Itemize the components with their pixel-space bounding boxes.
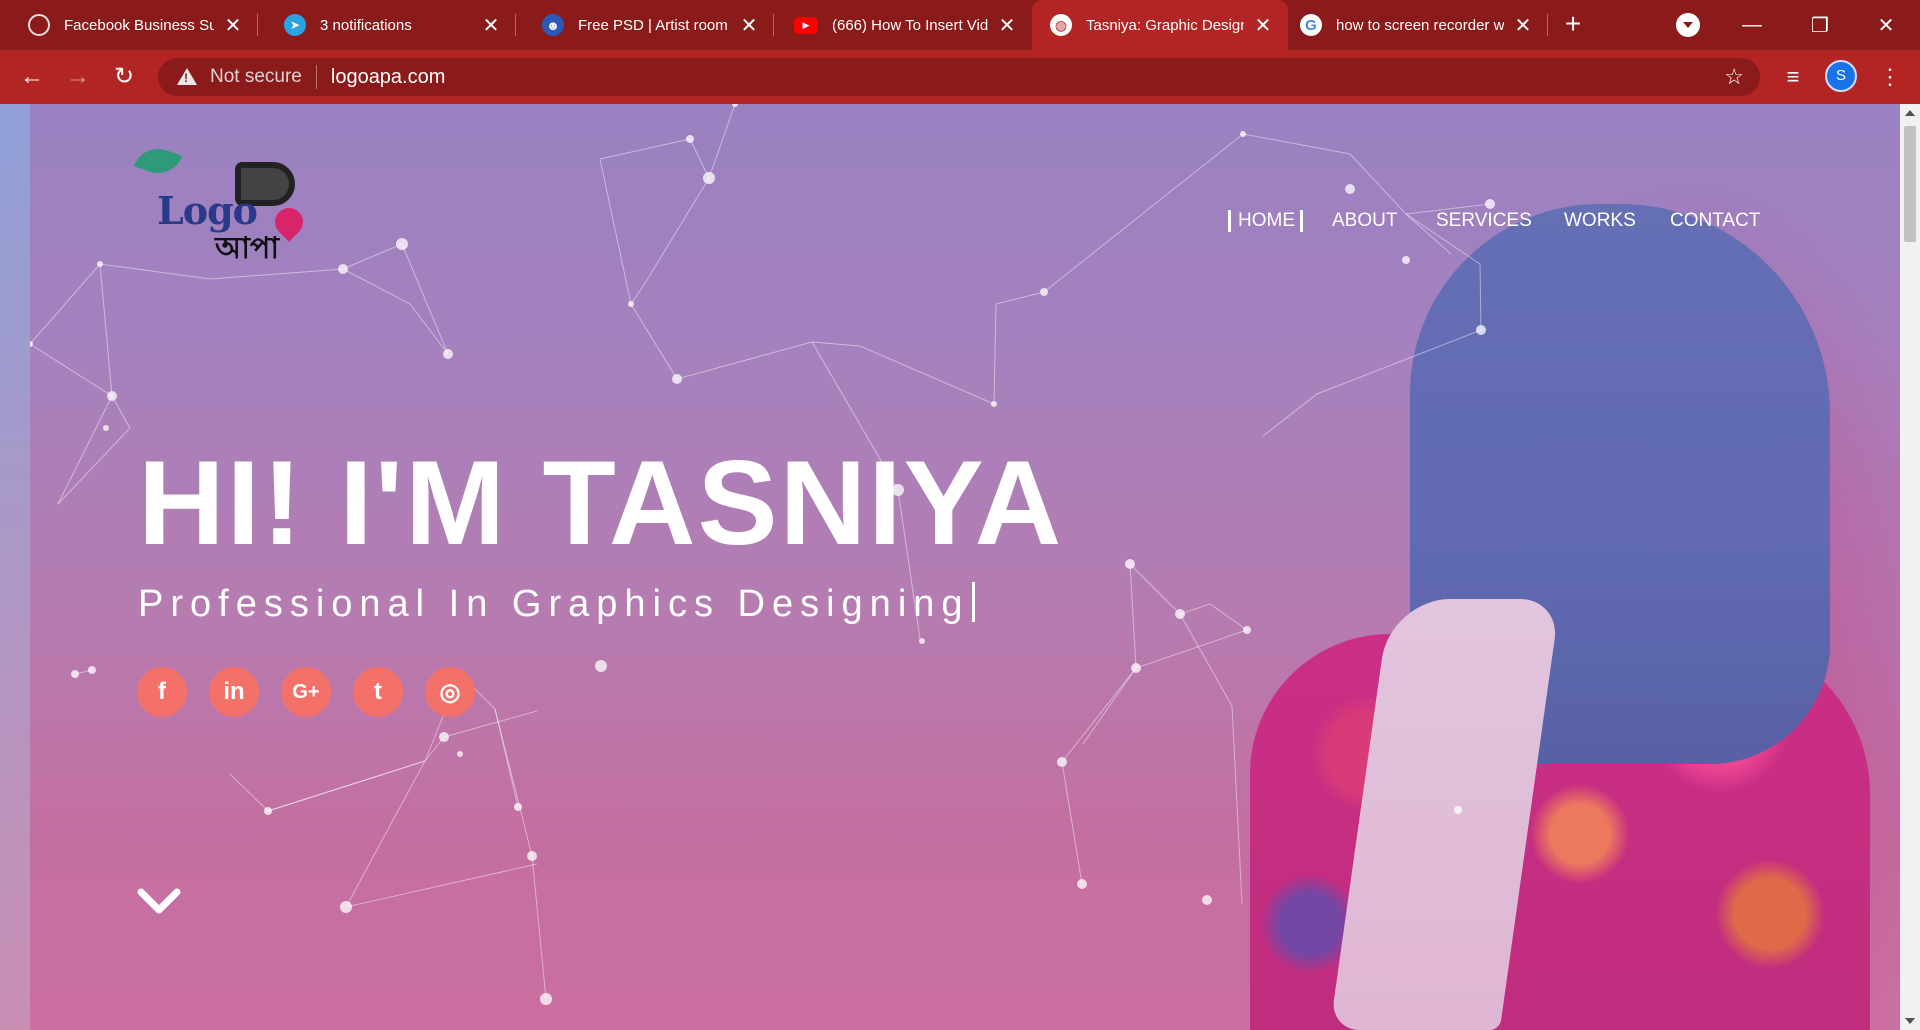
tab-search-icon[interactable] — [1676, 13, 1700, 37]
scroll-up-arrow-icon[interactable] — [1905, 110, 1915, 116]
tab-google-search[interactable]: G how to screen recorder w ✕ — [1290, 0, 1548, 50]
tab-strip: Facebook Business Suite ✕ ➤ 3 notificati… — [0, 0, 1920, 50]
youtube-icon: ▶ — [794, 16, 818, 34]
main-nav: HOME ABOUT SERVICES WORKS CONTACT — [0, 206, 1900, 236]
hero-subtitle: Professional In Graphics Designing — [138, 582, 975, 626]
meta-business-icon — [28, 14, 50, 36]
media-queue-icon[interactable]: ≡ — [1777, 61, 1809, 93]
security-label[interactable]: Not secure — [210, 66, 302, 88]
close-tab-icon[interactable]: ✕ — [222, 14, 244, 37]
url-text[interactable]: logoapa.com — [331, 66, 1724, 89]
nav-services[interactable]: SERVICES — [1436, 210, 1532, 232]
tab-facebook-business-suite[interactable]: Facebook Business Suite ✕ — [0, 0, 258, 50]
logo-leaf-icon — [133, 141, 183, 181]
scrollbar-thumb[interactable] — [1904, 126, 1916, 242]
tab-title: 3 notifications — [320, 16, 412, 34]
tab-title: (666) How To Insert Vide — [832, 16, 988, 34]
close-tab-icon[interactable]: ✕ — [738, 14, 760, 37]
page-viewport: Logo আপা HOME ABOUT SERVICES WORKS CONTA… — [0, 104, 1900, 1030]
tab-youtube[interactable]: ▶ (666) How To Insert Vide ✕ — [774, 0, 1032, 50]
back-icon[interactable]: ← — [16, 61, 48, 93]
address-divider — [315, 65, 317, 89]
tab-freepik[interactable]: ☻ Free PSD | Artist room de ✕ — [516, 0, 774, 50]
reload-icon[interactable]: ↻ — [108, 61, 140, 93]
tab-title: Tasniya: Graphic Designe — [1086, 16, 1244, 34]
close-tab-icon[interactable]: ✕ — [1512, 14, 1534, 37]
minimize-icon[interactable]: — — [1718, 0, 1786, 50]
nav-contact[interactable]: CONTACT — [1670, 210, 1760, 232]
facebook-icon[interactable]: f — [137, 667, 187, 717]
nav-about[interactable]: ABOUT — [1332, 210, 1397, 232]
site-logo[interactable]: Logo আপা — [133, 141, 315, 265]
bookmark-star-icon[interactable]: ☆ — [1724, 64, 1744, 90]
close-tab-icon[interactable]: ✕ — [996, 14, 1018, 37]
nav-works[interactable]: WORKS — [1564, 210, 1636, 232]
browser-menu-icon[interactable]: ⋮ — [1874, 61, 1906, 93]
browser-toolbar: ← → ↻ Not secure logoapa.com ☆ ≡ ⋮ — [0, 50, 1920, 104]
hero-title: HI! I'M TASNIYA — [138, 436, 1064, 570]
tab-tasniya[interactable]: ◍ Tasniya: Graphic Designe ✕ — [1032, 0, 1288, 50]
close-window-icon[interactable]: ✕ — [1852, 0, 1920, 50]
left-edge-strip — [0, 104, 30, 1030]
tab-title: Facebook Business Suite — [64, 16, 214, 34]
telegram-icon: ➤ — [284, 14, 306, 36]
profile-avatar[interactable]: S — [1825, 60, 1857, 92]
tab-title: how to screen recorder w — [1336, 16, 1504, 34]
nav-active-marker-left — [1228, 210, 1231, 232]
tab-separator — [1547, 14, 1548, 36]
address-bar[interactable]: Not secure logoapa.com ☆ — [158, 58, 1760, 96]
typing-caret — [971, 582, 975, 622]
google-plus-icon[interactable]: G+ — [281, 667, 331, 717]
scroll-down-arrow-icon[interactable] — [1905, 1018, 1915, 1024]
restore-icon[interactable]: ❐ — [1786, 0, 1854, 50]
not-secure-warning-icon[interactable] — [176, 67, 198, 87]
globe-icon: ◍ — [1050, 14, 1072, 36]
chevron-down-icon[interactable] — [137, 886, 181, 916]
nav-home[interactable]: HOME — [1238, 210, 1295, 232]
tab-telegram[interactable]: ➤ 3 notifications ✕ — [258, 0, 516, 50]
nav-active-marker-right — [1300, 210, 1303, 232]
new-tab-button[interactable]: + — [1558, 10, 1588, 40]
linkedin-icon[interactable]: in — [209, 667, 259, 717]
twitter-icon[interactable]: t — [353, 667, 403, 717]
page-scrollbar[interactable] — [1900, 104, 1920, 1030]
instagram-icon[interactable]: ◎ — [425, 667, 475, 717]
tab-title: Free PSD | Artist room de — [578, 16, 730, 34]
hero-subtitle-text: Professional In Graphics Designing — [138, 583, 970, 625]
forward-icon[interactable]: → — [62, 61, 94, 93]
social-links: f in G+ t ◎ — [137, 667, 475, 717]
google-icon: G — [1300, 14, 1322, 36]
freepik-icon: ☻ — [542, 14, 564, 36]
close-tab-icon[interactable]: ✕ — [480, 14, 502, 37]
close-tab-icon[interactable]: ✕ — [1252, 14, 1274, 37]
